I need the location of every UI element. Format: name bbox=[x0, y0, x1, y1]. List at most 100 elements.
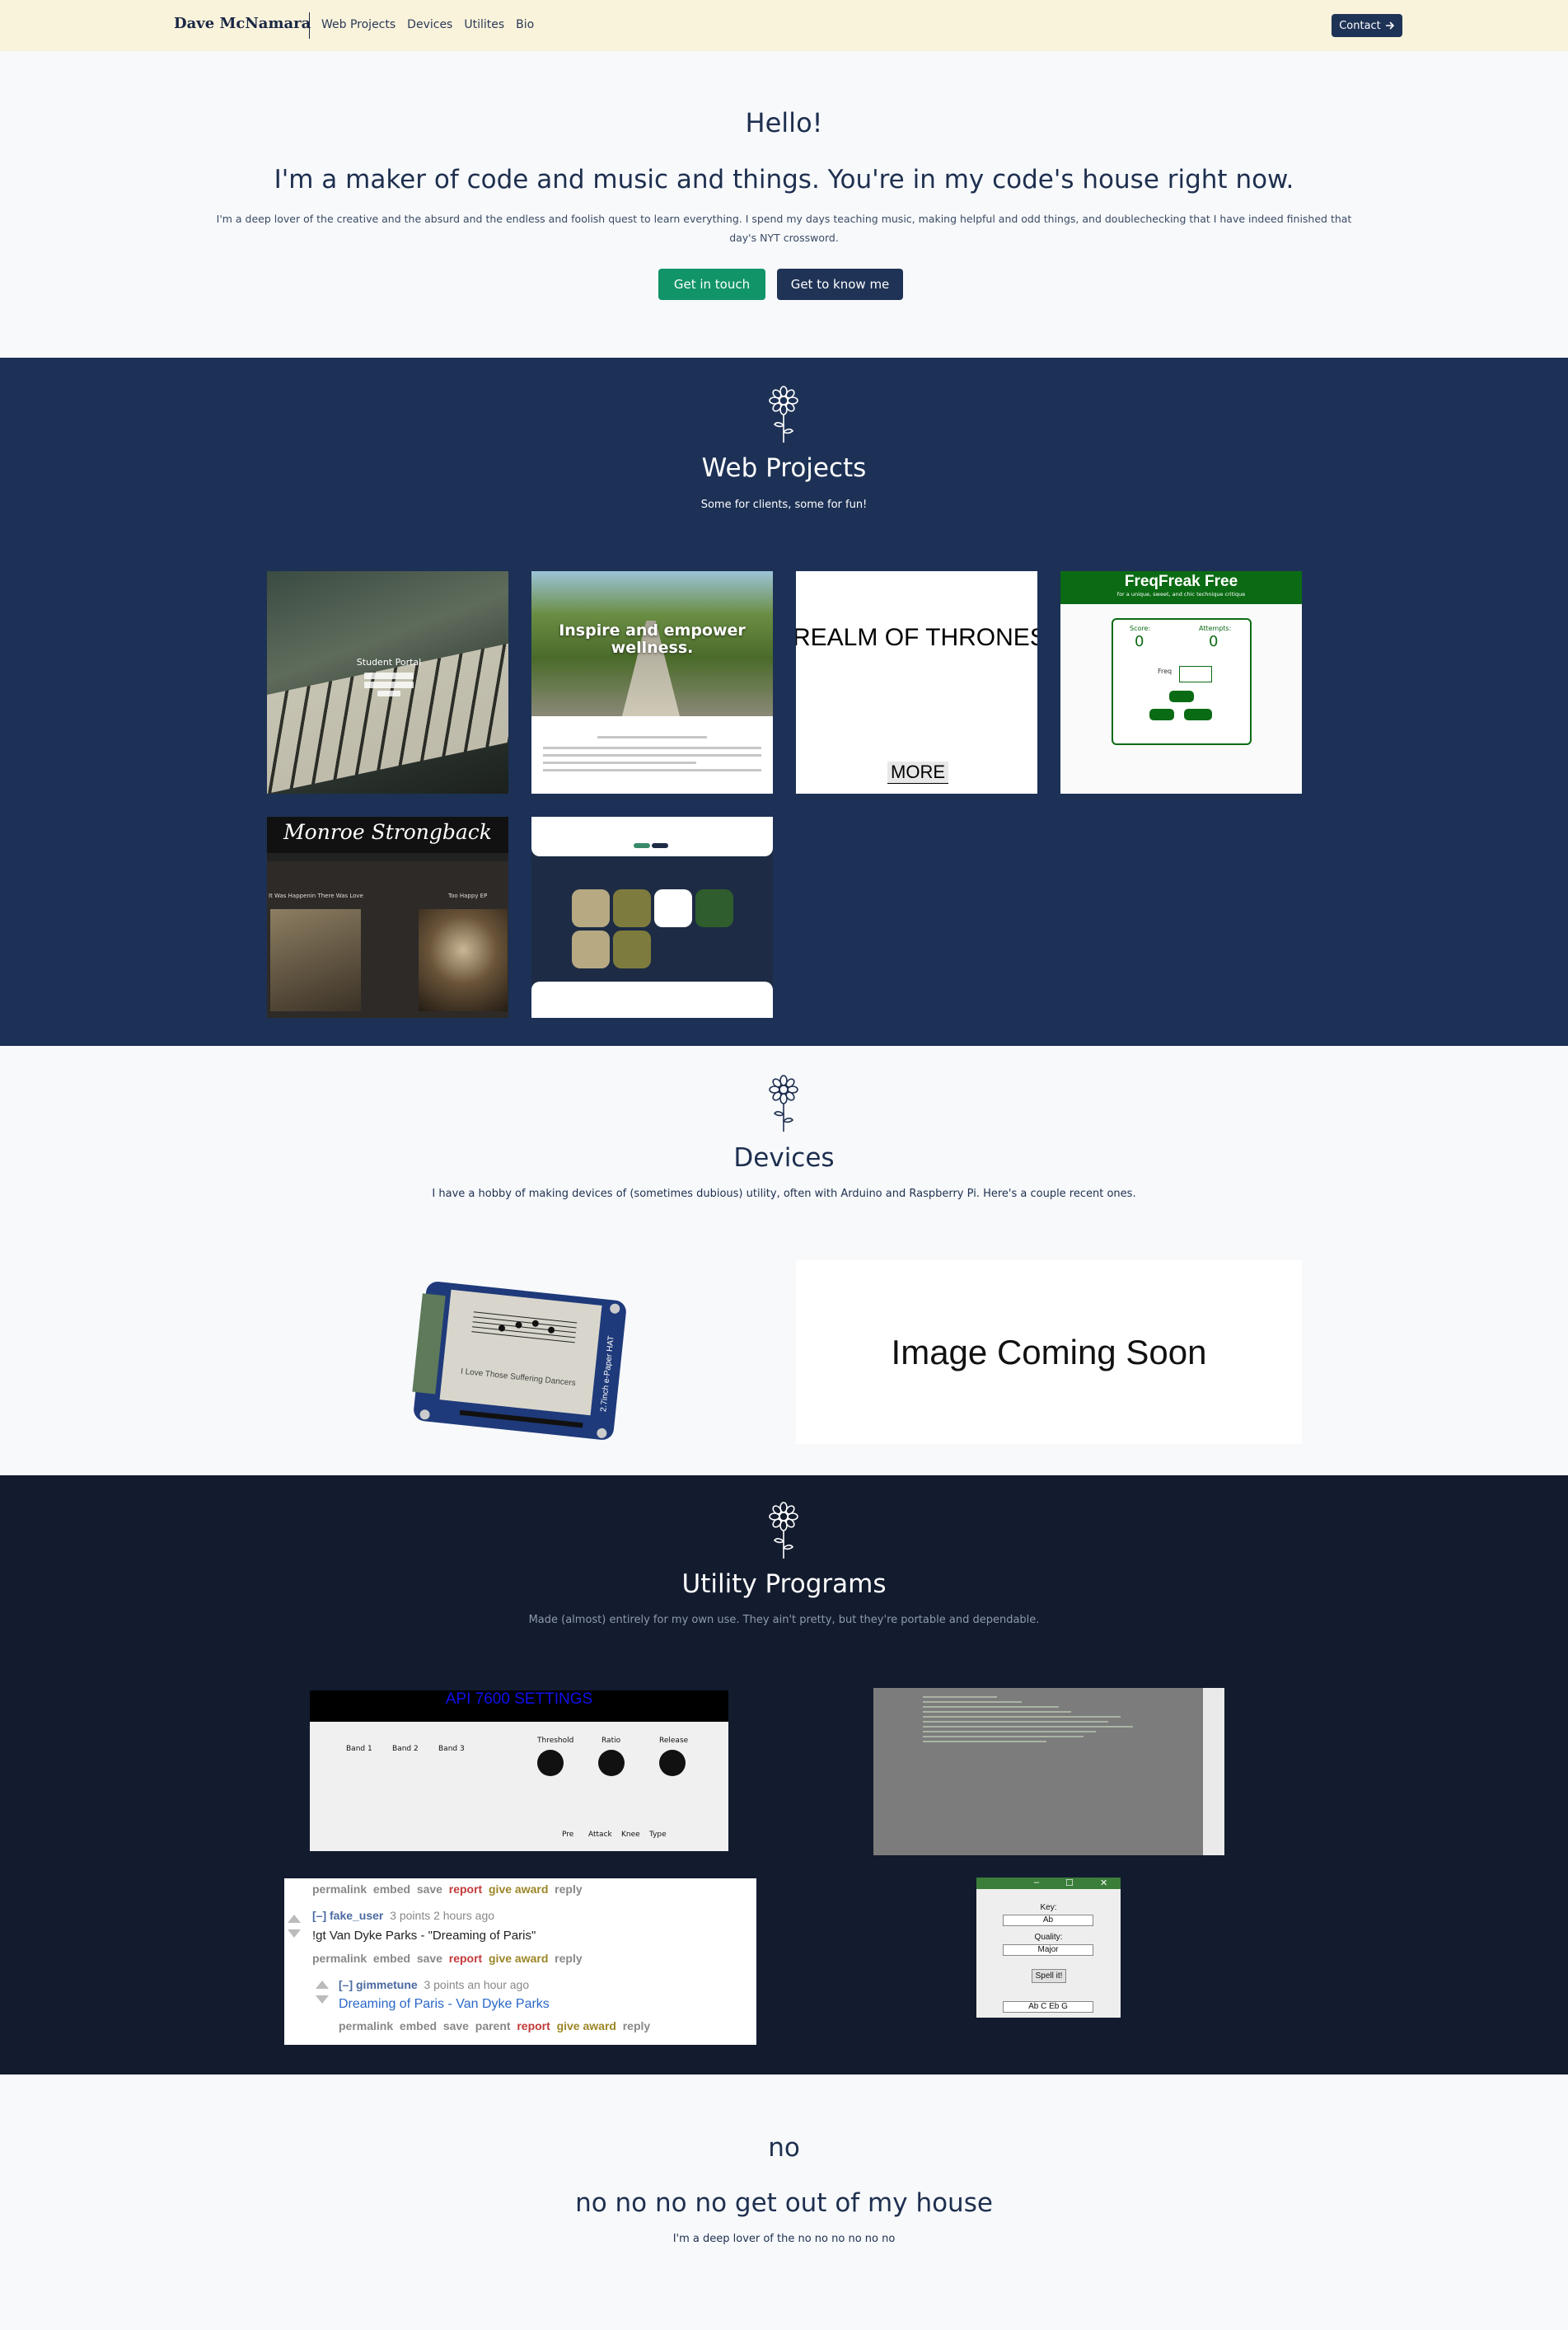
upvote-icon bbox=[316, 1981, 329, 1989]
upvote-icon bbox=[288, 1915, 301, 1923]
reply-author: [–] gimmetune 3 points an hour ago bbox=[339, 1978, 530, 1991]
bottom-label: Pre bbox=[562, 1831, 574, 1839]
freqfreak-tagline: for a unique, sweet, and chic technique … bbox=[1116, 591, 1246, 598]
color-swatch bbox=[695, 889, 733, 927]
realm-title: REALM OF THRONES bbox=[796, 624, 1037, 651]
indicator-dot bbox=[652, 843, 668, 848]
color-swatch bbox=[572, 889, 610, 927]
project-card-student-portal[interactable]: Student Portal bbox=[267, 571, 508, 794]
window-titlebar: – ☐ ✕ bbox=[976, 1878, 1121, 1889]
project-card-color-swatches[interactable] bbox=[531, 817, 773, 1018]
close-icon: ✕ bbox=[1100, 1878, 1108, 1888]
nav-link-bio[interactable]: Bio bbox=[516, 18, 534, 31]
maximize-icon: ☐ bbox=[1065, 1878, 1074, 1888]
no-section: no no no no no get out of my house I'm a… bbox=[0, 2074, 1568, 2330]
color-swatch bbox=[572, 931, 610, 968]
score-value: 0 bbox=[1135, 633, 1144, 650]
downvote-icon bbox=[316, 1995, 329, 2004]
flower-icon bbox=[769, 1075, 798, 1132]
contact-label: Contact bbox=[1339, 19, 1381, 32]
bottom-label: Type bbox=[649, 1831, 667, 1839]
play-button bbox=[1169, 691, 1194, 702]
wellness-headline: Inspire and empower wellness. bbox=[559, 621, 746, 657]
project-card-monroe-strongback[interactable]: Monroe Strongback It Was Happenin There … bbox=[267, 817, 508, 1018]
album-art-image bbox=[270, 909, 361, 1011]
indicator-dot bbox=[634, 843, 650, 848]
flower-icon bbox=[769, 1502, 798, 1559]
get-in-touch-button[interactable]: Get in touch bbox=[658, 269, 765, 300]
utility-card-chord-speller[interactable]: – ☐ ✕ Key: Ab Quality: Major Spell it! A… bbox=[976, 1878, 1121, 2018]
release-knob bbox=[659, 1750, 686, 1776]
web-projects-section: Web Projects Some for clients, some for … bbox=[0, 358, 1568, 1046]
freqfreak-panel: Score: 0 Attempts: 0 Freq bbox=[1112, 618, 1252, 745]
monroe-left-label: It Was Happenin There Was Love bbox=[269, 893, 363, 899]
project-card-wellness[interactable]: Inspire and empower wellness. bbox=[531, 571, 773, 794]
hero-greeting: Hello! bbox=[745, 107, 823, 138]
color-swatch bbox=[613, 931, 651, 968]
nav-link-web-projects[interactable]: Web Projects bbox=[321, 18, 396, 31]
project-card-realm-of-thrones[interactable]: REALM OF THRONES MORE bbox=[796, 571, 1037, 794]
freqfreak-header: FreqFreak Free for a unique, sweet, and … bbox=[1060, 571, 1302, 604]
score-label: Score: bbox=[1130, 625, 1151, 632]
no-greeting: no bbox=[768, 2133, 800, 2163]
ratio-knob bbox=[598, 1750, 625, 1776]
navbar: Dave McNamara Web Projects Devices Utili… bbox=[0, 0, 1568, 51]
devices-section: Devices I have a hobby of making devices… bbox=[0, 1046, 1568, 1475]
code-lines bbox=[923, 1696, 1170, 1746]
key-label: Key: bbox=[1040, 1903, 1057, 1912]
nav-link-utilities[interactable]: Utilites bbox=[464, 18, 504, 31]
devices-subtitle: I have a hobby of making devices of (som… bbox=[432, 1188, 1136, 1200]
portal-field bbox=[364, 682, 414, 688]
knob-label: Release bbox=[659, 1737, 689, 1745]
web-projects-subtitle: Some for clients, some for fun! bbox=[700, 499, 868, 511]
get-to-know-me-button[interactable]: Get to know me bbox=[777, 269, 903, 300]
comment-actions: permalink embed save report give award r… bbox=[312, 1952, 583, 1965]
brand-logo[interactable]: Dave McNamara bbox=[174, 15, 311, 32]
result-field: Ab C Eb G bbox=[1003, 2001, 1093, 2013]
bottom-label: Attack bbox=[588, 1831, 612, 1839]
threshold-knob bbox=[537, 1750, 564, 1776]
student-portal-form: Student Portal bbox=[356, 657, 422, 703]
wellness-text-lines bbox=[543, 736, 761, 776]
portal-field bbox=[364, 673, 414, 679]
band-label: Band 3 bbox=[438, 1745, 465, 1753]
swatch-bottom-panel bbox=[531, 982, 773, 1018]
utility-programs-title: Utility Programs bbox=[681, 1569, 887, 1599]
contact-button[interactable]: Contact bbox=[1332, 14, 1402, 37]
quality-label: Quality: bbox=[1034, 1933, 1063, 1942]
comment-body: !gt Van Dyke Parks - "Dreaming of Paris" bbox=[312, 1929, 536, 1943]
web-projects-title: Web Projects bbox=[701, 453, 867, 483]
no-title: no no no no get out of my house bbox=[575, 2188, 993, 2218]
portal-button bbox=[377, 691, 400, 696]
freqfreak-title: FreqFreak Free bbox=[1124, 573, 1238, 590]
hero-section: Hello! I'm a maker of code and music and… bbox=[0, 51, 1568, 358]
freq-label: Freq bbox=[1158, 668, 1172, 675]
nav-links: Web Projects Devices Utilites Bio bbox=[321, 18, 534, 31]
band-label: Band 2 bbox=[392, 1745, 419, 1753]
quality-field: Major bbox=[1003, 1944, 1093, 1956]
downvote-icon bbox=[288, 1929, 301, 1938]
no-subtitle: I'm a deep lover of the no no no no no n… bbox=[672, 2233, 896, 2245]
swatch-top-panel bbox=[531, 817, 773, 856]
key-field: Ab bbox=[1003, 1915, 1093, 1926]
knob-label: Ratio bbox=[601, 1737, 621, 1745]
nav-link-devices[interactable]: Devices bbox=[407, 18, 452, 31]
student-portal-caption: Student Portal bbox=[356, 657, 422, 668]
new-button bbox=[1184, 709, 1212, 720]
utility-card-code-editor[interactable] bbox=[873, 1688, 1224, 1855]
minimize-icon: – bbox=[1034, 1878, 1040, 1887]
monroe-right-label: Too Happy EP bbox=[448, 893, 488, 899]
bottom-label: Knee bbox=[621, 1831, 640, 1839]
utility-card-api-settings[interactable]: API 7600 SETTINGS Band 1 Band 2 Band 3 T… bbox=[310, 1690, 728, 1851]
comment-actions: permalink embed save report give award r… bbox=[312, 1882, 583, 1896]
hero-subtitle: I'm a deep lover of the creative and the… bbox=[216, 213, 1352, 244]
coming-soon-text: Image Coming Soon bbox=[891, 1332, 1207, 1371]
project-card-freqfreak[interactable]: FreqFreak Free for a unique, sweet, and … bbox=[1060, 571, 1302, 794]
attempts-value: 0 bbox=[1209, 633, 1219, 650]
hero-title: I'm a maker of code and music and things… bbox=[274, 165, 1294, 195]
editor-scroll-panel bbox=[1203, 1688, 1224, 1855]
arrow-right-icon bbox=[1385, 21, 1394, 30]
eink-device-image[interactable]: I Love Those Suffering Dancers 2.7inch e… bbox=[408, 1279, 632, 1442]
utility-card-reddit-bot[interactable]: permalink embed save report give award r… bbox=[284, 1878, 756, 2045]
guess-button bbox=[1149, 709, 1174, 720]
